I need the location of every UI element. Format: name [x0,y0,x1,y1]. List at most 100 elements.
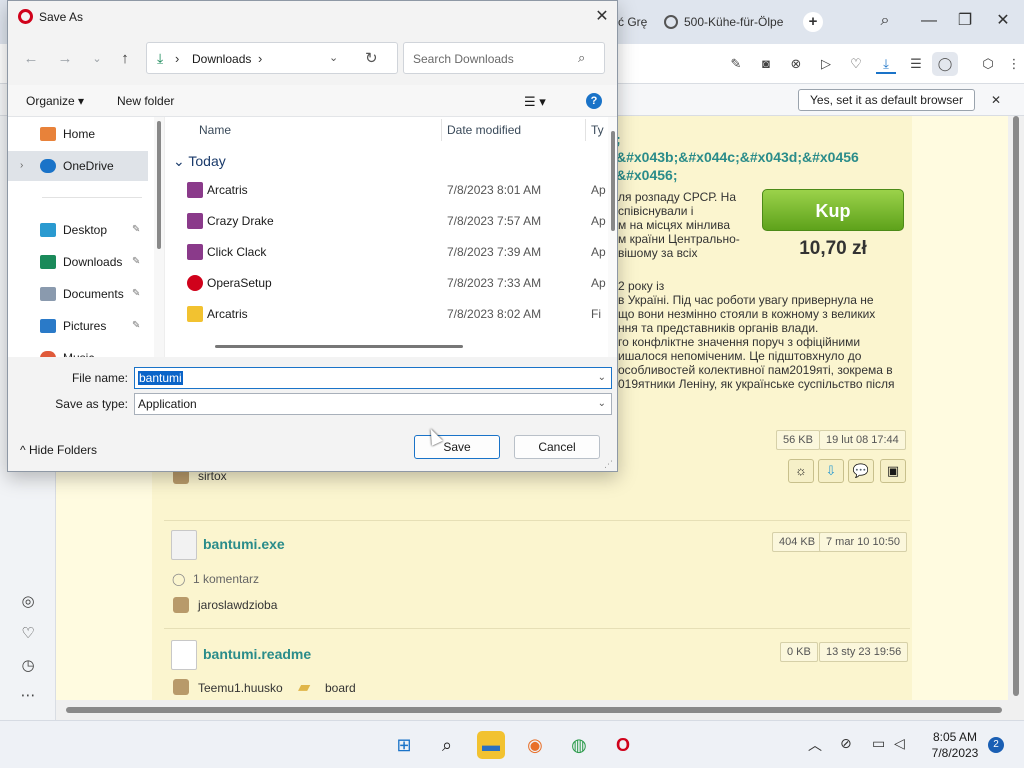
block-icon[interactable]: ⊗ [786,54,806,74]
page-scrollbar-vertical[interactable] [1008,116,1024,720]
camera-icon[interactable]: ◙ [756,54,776,74]
help-icon[interactable]: ? [586,93,602,109]
up-icon[interactable]: ↑ [116,50,134,68]
nav-pictures[interactable]: Pictures ✎ [8,311,148,341]
tab-game[interactable]: ć Grę [618,8,658,36]
file-link[interactable]: bantumi.readme [203,646,311,662]
extensions-icon[interactable]: ⬡ [978,54,998,74]
file-link[interactable]: bantumi.exe [203,536,285,552]
player-icon[interactable]: ◎ [18,592,38,612]
hide-folders-button[interactable]: ^ Hide Folders [20,443,97,457]
downloads-icon[interactable]: ⤓ [876,54,896,74]
save-button[interactable]: Save [414,435,500,459]
body-line: 2 року із [618,279,665,293]
save-as-type-select[interactable]: Application ⌄ [134,393,612,415]
column-date-modified[interactable]: Date modified [447,123,521,137]
scroll-thumb[interactable] [215,345,463,348]
view-options-icon[interactable]: ☰ ▾ [524,94,546,110]
play-icon[interactable]: ▷ [816,54,836,74]
chevron-down-icon[interactable]: ⌄ [598,394,606,414]
nav-music[interactable]: Music [8,343,148,357]
file-row[interactable]: Arcatris 7/8/2023 8:01 AM Ap [165,175,606,206]
nav-onedrive[interactable]: › OneDrive [8,151,148,181]
uploader-name[interactable]: jaroslawdzioba [198,598,277,612]
windows-start-icon[interactable]: ⊞ [390,731,418,759]
dialog-title-bar[interactable]: Save As ✕ [8,1,617,33]
column-name[interactable]: Name [199,123,231,137]
tab-500-kuhe[interactable]: 500-Kühe-für-Ölpe [664,8,794,36]
close-icon[interactable]: ✕ [592,7,612,27]
file-list-hscrollbar[interactable] [165,341,608,351]
close-icon[interactable]: ✕ [988,90,1004,110]
nav-home[interactable]: Home [8,119,148,149]
history-icon[interactable]: ◷ [18,656,38,676]
scroll-thumb[interactable] [157,121,161,249]
scroll-thumb[interactable] [66,707,1002,713]
group-header[interactable]: ⌄ Today [173,153,226,170]
heart-icon[interactable]: ♡ [18,624,38,644]
nav-documents[interactable]: Documents ✎ [8,279,148,309]
chevron-right-icon[interactable]: › [20,151,23,181]
set-default-browser-button[interactable]: Yes, set it as default browser [798,89,975,111]
column-divider[interactable] [441,119,442,141]
new-folder-button[interactable]: New folder [117,94,174,108]
recent-locations-icon[interactable]: ⌄ [88,50,106,68]
clock[interactable]: 8:05 AM 7/8/2023 [920,729,990,761]
scroll-thumb[interactable] [1013,116,1019,696]
minimize-button[interactable]: — [914,8,944,34]
resize-grip-icon[interactable]: ⋰ [604,459,613,470]
nav-downloads[interactable]: Downloads ✎ [8,247,148,277]
folder-download-icon[interactable]: ▣ [880,459,906,483]
organize-button[interactable]: Organize ▾ [26,94,84,108]
breadcrumb[interactable]: Downloads [192,52,251,66]
chrome-icon[interactable]: ◍ [565,731,593,759]
new-tab-button[interactable]: + [803,12,823,32]
comment-count[interactable]: 1 komentarz [193,572,259,586]
file-name-field[interactable]: bantumi ⌄ [134,367,612,389]
profile-icon[interactable]: ◯ [932,52,958,76]
maximize-button[interactable]: ❐ [950,8,980,34]
file-row[interactable]: Crazy Drake 7/8/2023 7:57 AM Ap [165,206,606,237]
search-icon[interactable]: ⌕ [433,731,461,759]
notification-badge[interactable]: 2 [988,737,1004,753]
uploader-name[interactable]: Teemu1.huusko [198,681,283,695]
folder-name[interactable]: board [325,681,356,695]
page-scrollbar-horizontal[interactable] [56,700,1008,720]
chevron-down-icon[interactable]: ⌄ [598,368,606,388]
buy-button[interactable]: Kup [762,189,904,231]
cancel-button[interactable]: Cancel [514,435,600,459]
search-tabs-icon[interactable]: ⌕ [870,8,900,34]
installer-icon [187,213,203,229]
download-arrow-icon[interactable]: ⇩ [818,459,844,483]
opera-icon[interactable]: O [609,731,637,759]
chevron-down-icon[interactable]: ⌄ [329,51,338,64]
snapshot-icon[interactable]: ✎ [726,54,746,74]
file-row[interactable]: OperaSetup 7/8/2023 7:33 AM Ap [165,268,606,299]
file-row[interactable]: Arcatris 7/8/2023 8:02 AM Fi [165,299,605,330]
network-icon[interactable]: ⊘ [840,735,852,752]
more-icon[interactable]: ⋮ [1004,54,1024,74]
file-list-scrollbar[interactable] [608,117,617,357]
sun-icon[interactable]: ☼ [788,459,814,483]
column-divider[interactable] [585,119,586,141]
file-row[interactable]: Click Clack 7/8/2023 7:39 AM Ap [165,237,606,268]
chevron-right-icon[interactable]: › [258,51,262,66]
firefox-icon[interactable]: ◉ [521,731,549,759]
more-icon[interactable]: ⋯ [18,686,38,706]
address-bar[interactable]: ⤓ › Downloads › ⌄ ↻ [146,42,398,74]
scroll-thumb[interactable] [611,131,615,231]
search-downloads-input[interactable]: Search Downloads ⌕ [403,42,605,74]
volume-icon[interactable]: ◁ [894,735,905,752]
file-explorer-icon[interactable]: ▬ [477,731,505,759]
back-icon[interactable]: ← [22,50,40,68]
display-icon[interactable]: ▭ [872,735,885,752]
chevron-up-icon[interactable]: ︿ [808,735,822,755]
nav-scrollbar[interactable] [154,117,164,357]
settings-icon[interactable]: ☰ [906,54,926,74]
nav-desktop[interactable]: Desktop ✎ [8,215,148,245]
heart-icon[interactable]: ♡ [846,54,866,74]
comment-icon[interactable]: 💬 [848,459,874,483]
forward-icon[interactable]: → [56,50,74,68]
refresh-icon[interactable]: ↻ [365,49,378,67]
close-window-button[interactable]: ✕ [988,8,1018,34]
